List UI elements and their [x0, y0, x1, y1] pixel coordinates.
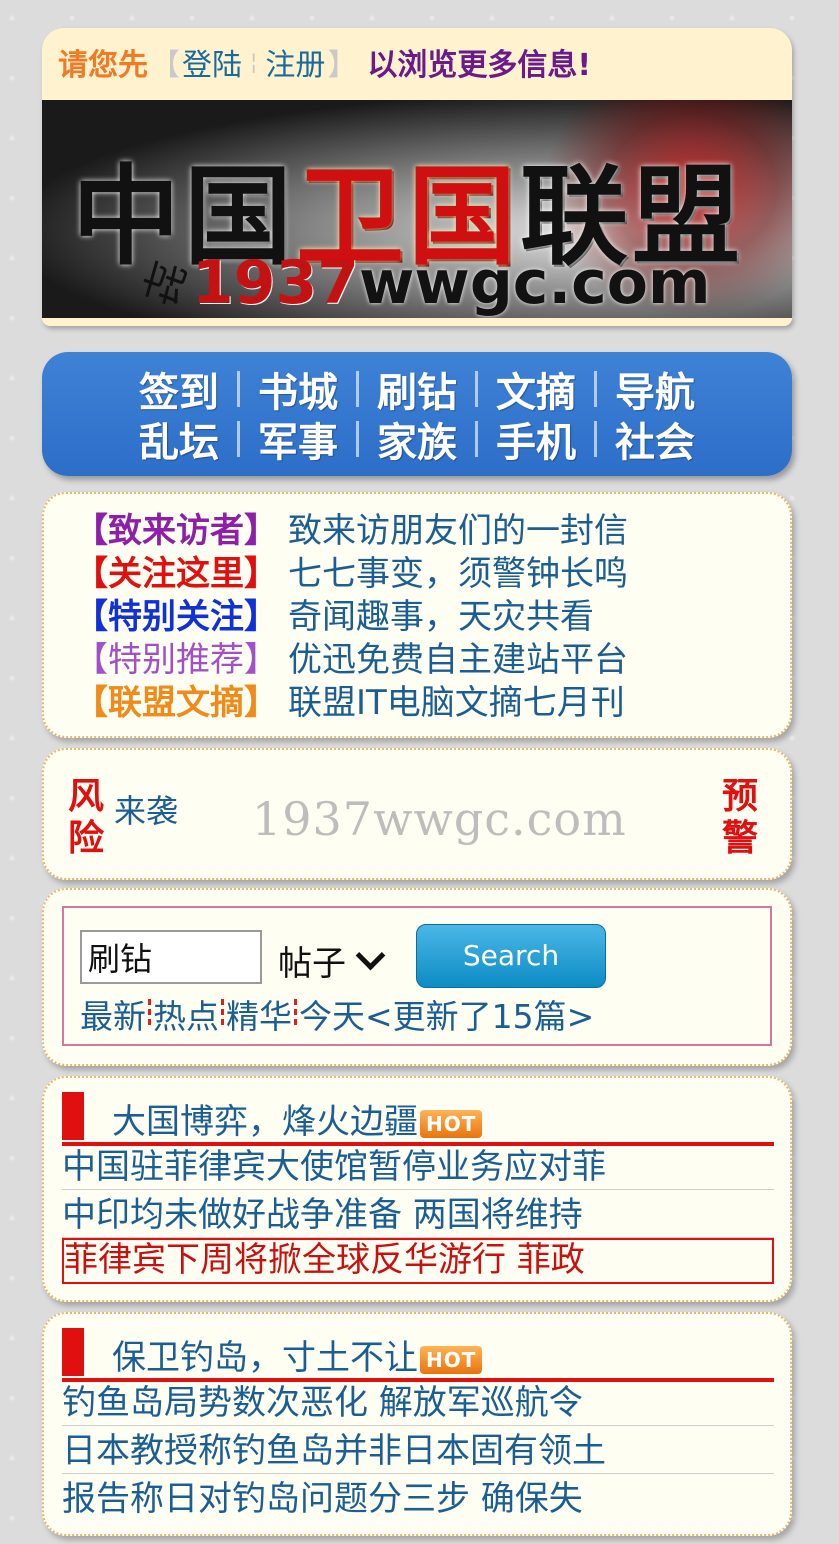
- news-link[interactable]: 报告称日对钓岛问题分三步 确保失: [62, 1476, 774, 1522]
- quick-link-today[interactable]: 今天: [299, 990, 365, 1038]
- notice-link[interactable]: 七七事变，须警钟长鸣: [288, 553, 628, 596]
- news-section-diaoyu: 保卫钓岛，寸土不让 HOT 钓鱼岛局势数次恶化 解放军巡航令 日本教授称钓鱼岛并非…: [42, 1312, 792, 1536]
- section-header: 大国博弈，烽火边疆 HOT: [62, 1092, 774, 1146]
- warning-left-label: 风险: [68, 776, 105, 859]
- nav-item-forum[interactable]: 乱坛: [139, 410, 219, 468]
- banner-url-domain: wwgc.com: [359, 248, 711, 318]
- nav-item-mobile[interactable]: 手机: [496, 410, 576, 468]
- notice-tag: 【特别关注】: [74, 597, 278, 637]
- banner-url-number: 1937: [192, 248, 359, 318]
- section-title-text[interactable]: 大国博弈，烽火边疆: [112, 1102, 418, 1142]
- login-separator: ¦: [250, 49, 258, 75]
- site-banner: 中国卫国联盟 㐂 1937wwgc.com: [42, 100, 792, 318]
- update-count[interactable]: <更新了15篇>: [365, 990, 594, 1038]
- news-link[interactable]: 日本教授称钓鱼岛并非日本固有领土: [62, 1428, 774, 1474]
- search-type-select[interactable]: 帖子: [278, 936, 386, 985]
- notice-item[interactable]: 【特别关注】 奇闻趣事，天灾共看: [74, 596, 790, 639]
- main-nav: 签到 书城 刷钻 文摘 导航 乱坛 军事 家族 手机 社会: [42, 352, 792, 476]
- link-divider: [148, 999, 151, 1029]
- login-prompt: 请您先 【 登陆 ¦ 注册 】 以浏览更多信息!: [42, 28, 792, 96]
- search-type-value: 帖子: [278, 944, 346, 984]
- bracket-close: 】: [327, 48, 358, 83]
- nav-row-2: 乱坛 军事 家族 手机 社会: [139, 414, 695, 466]
- news-link[interactable]: 中国驻菲律宾大使馆暂停业务应对菲: [62, 1144, 774, 1190]
- notice-tag: 【致来访者】: [74, 511, 278, 551]
- header-card: 请您先 【 登陆 ¦ 注册 】 以浏览更多信息! 中国卫国联盟 㐂 1937ww…: [42, 28, 792, 326]
- notice-list: 【致来访者】 致来访朋友们的一封信 【关注这里】 七七事变，须警钟长鸣 【特别关…: [42, 492, 792, 738]
- nav-row-1: 签到 书城 刷钻 文摘 导航: [139, 364, 695, 416]
- news-link[interactable]: 钓鱼岛局势数次恶化 解放军巡航令: [62, 1380, 774, 1426]
- nav-item-society[interactable]: 社会: [615, 410, 695, 468]
- notice-item[interactable]: 【关注这里】 七七事变，须警钟长鸣: [74, 553, 790, 596]
- login-suffix: 以浏览更多信息!: [367, 48, 592, 83]
- nav-divider: [237, 371, 240, 407]
- quick-link-hot[interactable]: 热点: [153, 990, 219, 1038]
- nav-divider: [475, 371, 478, 407]
- section-marker: [62, 1328, 84, 1376]
- quick-link-featured[interactable]: 精华: [226, 990, 292, 1038]
- register-link[interactable]: 注册: [265, 40, 325, 84]
- notice-item[interactable]: 【特别推荐】 优迅免费自主建站平台: [74, 639, 790, 682]
- notice-link[interactable]: 优迅免费自主建站平台: [288, 639, 628, 682]
- chevron-down-icon: [355, 940, 386, 971]
- hot-badge-icon: HOT: [420, 1345, 483, 1374]
- nav-item-family[interactable]: 家族: [377, 410, 457, 468]
- notice-tag: 【特别推荐】: [74, 640, 278, 680]
- warning-right-label: 预警: [722, 776, 759, 859]
- link-divider: [294, 999, 297, 1029]
- section-title: 保卫钓岛，寸土不让 HOT: [112, 1330, 483, 1379]
- quick-link-latest[interactable]: 最新: [80, 990, 146, 1038]
- search-form: 帖子 Search 最新 热点 精华 今天 <更新了15篇>: [62, 906, 772, 1046]
- notice-link[interactable]: 致来访朋友们的一封信: [288, 510, 628, 553]
- banner-url: 1937wwgc.com: [192, 248, 710, 318]
- nav-divider: [356, 371, 359, 407]
- risk-warning-banner: 风险 来袭 1937wwgc.com 预警: [42, 748, 792, 880]
- login-prefix: 请您先: [58, 48, 148, 83]
- search-button[interactable]: Search: [416, 924, 606, 988]
- bracket-open: 【: [150, 48, 180, 83]
- section-title-text[interactable]: 保卫钓岛，寸土不让: [112, 1338, 418, 1378]
- notice-item[interactable]: 【致来访者】 致来访朋友们的一封信: [74, 510, 790, 553]
- news-link[interactable]: 中印均未做好战争准备 两国将维持: [62, 1192, 774, 1238]
- search-panel: 帖子 Search 最新 热点 精华 今天 <更新了15篇>: [42, 888, 792, 1066]
- notice-link[interactable]: 联盟IT电脑文摘七月刊: [288, 682, 625, 725]
- warning-sub-label: 来袭: [114, 792, 179, 830]
- nav-item-military[interactable]: 军事: [258, 410, 338, 468]
- nav-divider: [475, 421, 478, 457]
- news-section-border: 大国博弈，烽火边疆 HOT 中国驻菲律宾大使馆暂停业务应对菲 中印均未做好战争准备…: [42, 1076, 792, 1302]
- notice-item[interactable]: 【联盟文摘】 联盟IT电脑文摘七月刊: [74, 682, 790, 725]
- notice-tag: 【关注这里】: [74, 554, 278, 594]
- nav-divider: [237, 421, 240, 457]
- nav-divider: [594, 421, 597, 457]
- notice-link[interactable]: 奇闻趣事，天灾共看: [288, 596, 594, 639]
- nav-divider: [356, 421, 359, 457]
- warning-url: 1937wwgc.com: [252, 792, 627, 846]
- link-divider: [221, 999, 224, 1029]
- nav-divider: [594, 371, 597, 407]
- section-title: 大国博弈，烽火边疆 HOT: [112, 1094, 483, 1143]
- notice-tag: 【联盟文摘】: [74, 683, 278, 723]
- section-header: 保卫钓岛，寸土不让 HOT: [62, 1328, 774, 1382]
- search-input[interactable]: [80, 930, 262, 984]
- quick-links: 最新 热点 精华 今天 <更新了15篇>: [80, 990, 594, 1038]
- news-link-highlighted[interactable]: 菲律宾下周将掀全球反华游行 菲政: [62, 1238, 774, 1284]
- hot-badge-icon: HOT: [420, 1109, 483, 1138]
- login-link[interactable]: 登陆: [182, 40, 242, 84]
- section-marker: [62, 1092, 84, 1140]
